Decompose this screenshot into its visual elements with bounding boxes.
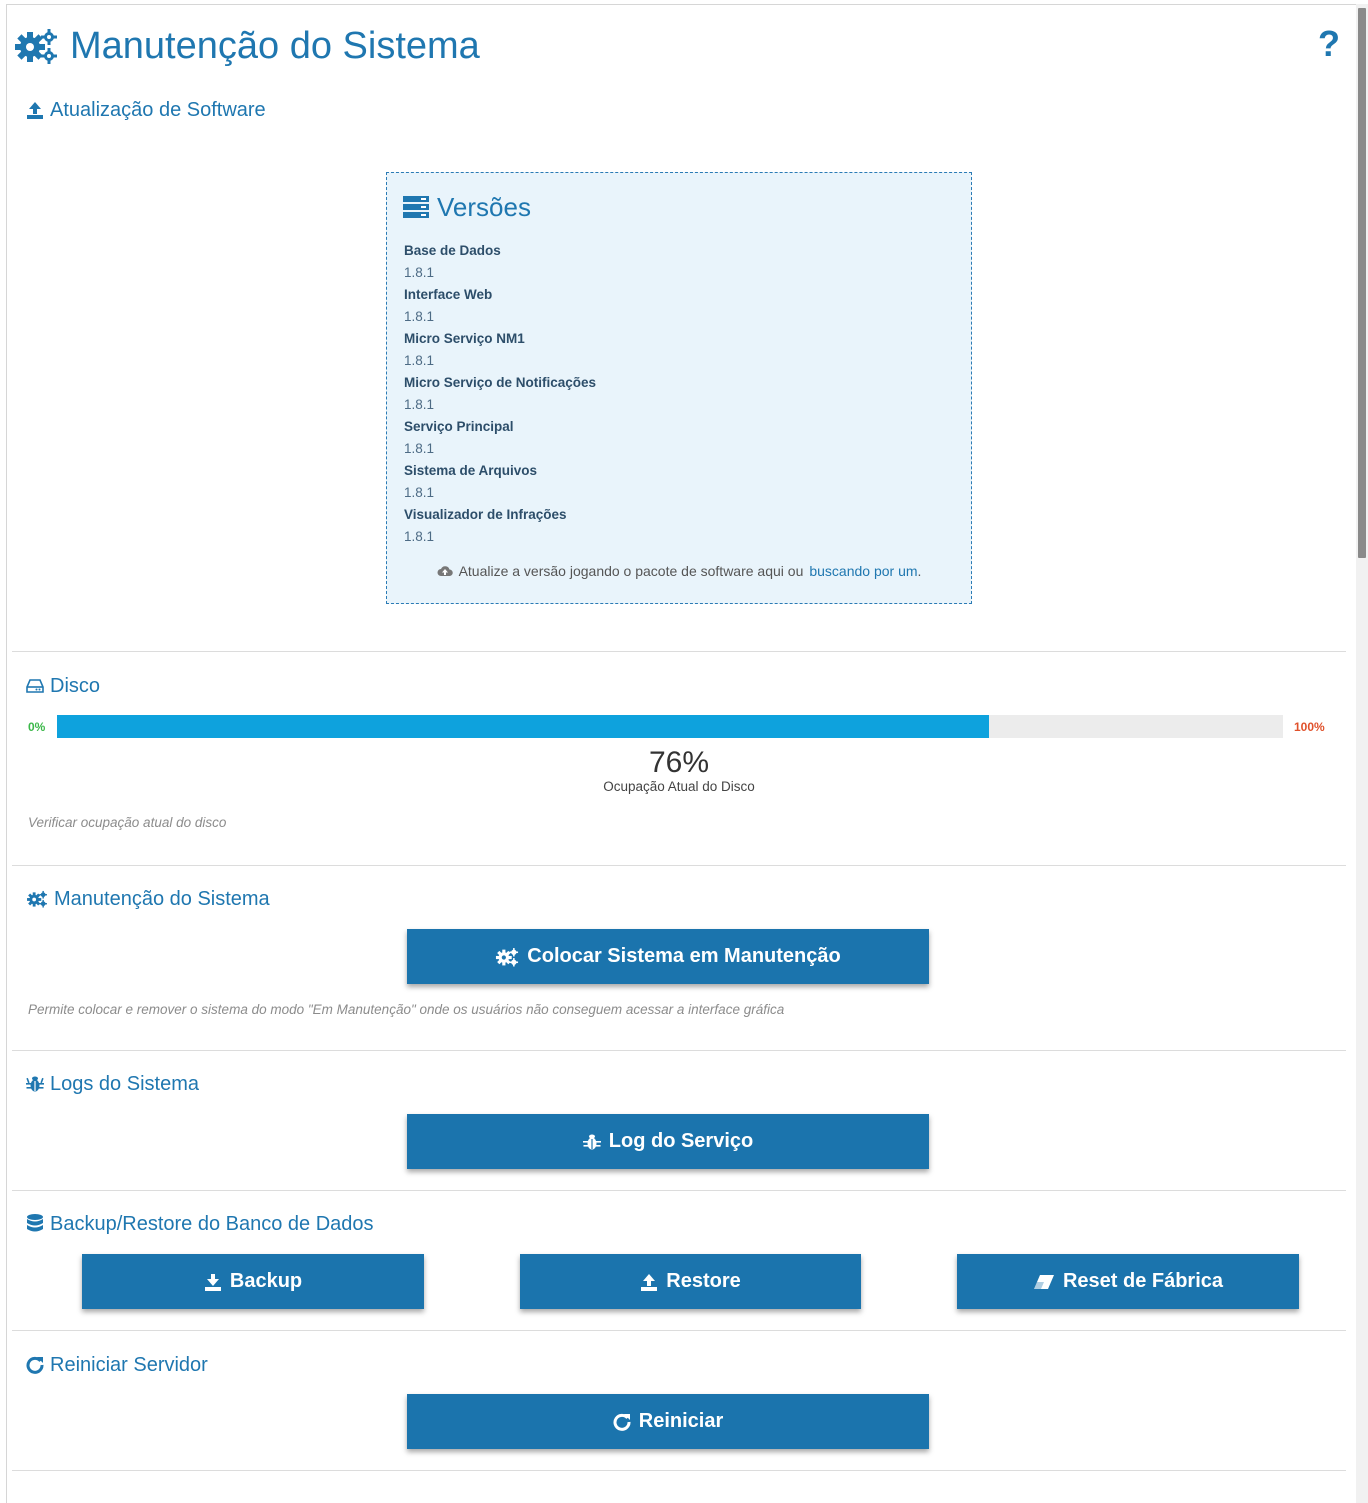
version-name: Base de Dados	[404, 243, 501, 258]
version-item: Sistema de Arquivos 1.8.1	[404, 460, 596, 504]
cloud-upload-icon	[437, 565, 453, 577]
version-name: Visualizador de Infrações	[404, 507, 567, 522]
question-icon[interactable]: ?	[1314, 26, 1344, 62]
backup-button[interactable]: Backup	[82, 1254, 424, 1309]
version-item: Micro Serviço NM1 1.8.1	[404, 328, 596, 372]
version-item: Micro Serviço de Notificações 1.8.1	[404, 372, 596, 416]
divider	[12, 865, 1346, 866]
version-number: 1.8.1	[404, 353, 435, 368]
version-number: 1.8.1	[404, 309, 435, 324]
page-title: Manutenção do Sistema	[14, 22, 480, 70]
version-name: Sistema de Arquivos	[404, 463, 538, 478]
dropzone-hint-end: .	[917, 563, 922, 579]
service-log-button[interactable]: Log do Serviço	[407, 1114, 929, 1169]
button-label: Restore	[666, 1270, 741, 1292]
section-title-text: Reiniciar Servidor	[50, 1353, 208, 1376]
maintenance-mode-button[interactable]: Colocar Sistema em Manutenção	[407, 929, 929, 984]
disk-max-label: 100%	[1294, 720, 1325, 734]
section-title-restart: Reiniciar Servidor	[26, 1352, 208, 1378]
dropzone-hint: Atualize a versão jogando o pacote de so…	[387, 563, 971, 579]
dropzone-hint-text: Atualize a versão jogando o pacote de so…	[458, 563, 804, 579]
version-item: Interface Web 1.8.1	[404, 284, 596, 328]
version-item: Serviço Principal 1.8.1	[404, 416, 596, 460]
version-list: Base de Dados 1.8.1 Interface Web 1.8.1 …	[404, 240, 596, 548]
vertical-scrollbar[interactable]	[1356, 4, 1368, 1503]
gears-icon	[26, 890, 48, 908]
upload-icon	[26, 101, 44, 119]
bug-icon	[26, 1075, 44, 1093]
disk-usage-value: 76%	[648, 746, 710, 779]
page-title-text: Manutenção do Sistema	[70, 24, 480, 67]
eraser-icon	[1033, 1274, 1055, 1290]
versions-title-text: Versões	[437, 191, 531, 222]
gears-icon	[495, 947, 519, 967]
divider	[12, 1190, 1346, 1191]
divider	[12, 651, 1346, 652]
version-number: 1.8.1	[404, 265, 435, 280]
upload-icon	[640, 1273, 658, 1291]
version-name: Micro Serviço NM1	[404, 331, 525, 346]
version-name: Serviço Principal	[404, 419, 514, 434]
section-title-software-update: Atualização de Software	[26, 97, 266, 123]
divider	[12, 1330, 1346, 1331]
browse-file-link[interactable]: buscando por um	[809, 563, 917, 579]
gears-icon	[14, 27, 58, 65]
version-name: Micro Serviço de Notificações	[404, 375, 597, 390]
section-title-maintenance: Manutenção do Sistema	[26, 886, 270, 912]
download-icon	[204, 1273, 222, 1291]
version-number: 1.8.1	[404, 529, 435, 544]
restore-button[interactable]: Restore	[520, 1254, 861, 1309]
section-title-backup: Backup/Restore do Banco de Dados	[26, 1211, 374, 1237]
scrollbar-thumb[interactable]	[1358, 8, 1366, 558]
hdd-icon	[26, 678, 44, 694]
maintenance-hint: Permite colocar e remover o sistema do m…	[28, 1002, 785, 1017]
button-label: Backup	[229, 1270, 303, 1292]
factory-reset-button[interactable]: Reset de Fábrica	[957, 1254, 1299, 1309]
version-number: 1.8.1	[404, 485, 435, 500]
version-number: 1.8.1	[404, 397, 435, 412]
server-icon	[403, 196, 429, 218]
refresh-icon	[613, 1413, 631, 1431]
section-title-text: Backup/Restore do Banco de Dados	[50, 1212, 374, 1235]
disk-progress-bar	[57, 715, 1283, 738]
section-title-text: Atualização de Software	[50, 98, 266, 121]
version-item: Base de Dados 1.8.1	[404, 240, 596, 284]
database-icon	[26, 1214, 44, 1234]
disk-usage-caption: Ocupação Atual do Disco	[603, 779, 755, 794]
refresh-icon	[26, 1356, 44, 1374]
section-title-text: Disco	[50, 674, 101, 697]
versions-title: Versões	[403, 191, 531, 223]
button-label: Reset de Fábrica	[1062, 1270, 1224, 1292]
version-name: Interface Web	[404, 287, 493, 302]
section-title-logs: Logs do Sistema	[26, 1071, 199, 1097]
section-title-text: Manutenção do Sistema	[54, 887, 270, 910]
disk-min-label: 0%	[28, 720, 46, 734]
divider	[12, 1470, 1346, 1471]
restart-button[interactable]: Reiniciar	[407, 1394, 929, 1449]
software-dropzone[interactable]: Versões Base de Dados 1.8.1 Interface We…	[386, 172, 972, 604]
section-title-disk: Disco	[26, 673, 100, 699]
version-number: 1.8.1	[404, 441, 435, 456]
disk-progress-fill	[57, 715, 989, 738]
bug-icon	[582, 1133, 601, 1151]
section-title-text: Logs do Sistema	[50, 1072, 199, 1095]
version-item: Visualizador de Infrações 1.8.1	[404, 504, 596, 548]
divider	[12, 1050, 1346, 1051]
button-label: Log do Serviço	[608, 1130, 754, 1152]
disk-hint: Verificar ocupação atual do disco	[28, 815, 227, 830]
button-label: Colocar Sistema em Manutenção	[527, 945, 841, 967]
button-label: Reiniciar	[638, 1410, 724, 1432]
